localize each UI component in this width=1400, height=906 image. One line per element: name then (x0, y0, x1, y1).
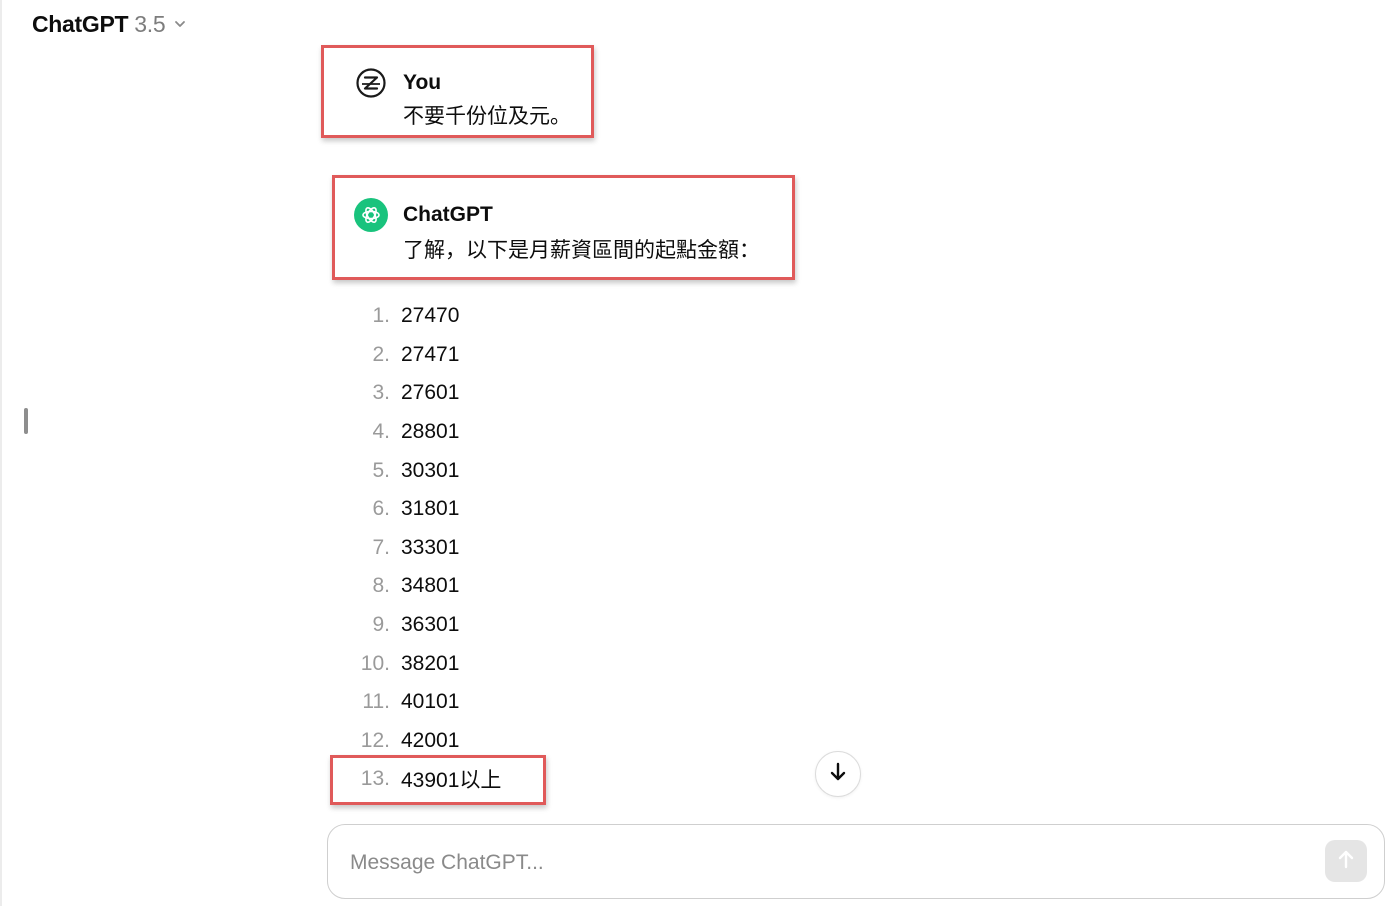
list-item-value: 43901以上 (401, 769, 502, 793)
list-item-number: 1. (372, 304, 390, 328)
chevron-down-icon (173, 17, 187, 31)
message-composer (327, 824, 1385, 899)
model-name: ChatGPT (32, 10, 129, 37)
list-item: 9. 36301 (340, 606, 501, 645)
list-item-value: 33301 (401, 535, 460, 559)
list-item-value: 28801 (401, 420, 460, 444)
scroll-to-bottom-button[interactable] (815, 751, 861, 797)
list-item-number: 7. (372, 535, 390, 559)
assistant-message-header: ChatGPT (354, 198, 493, 232)
openai-logo-icon (354, 198, 388, 232)
list-item: 12. 42001 (340, 722, 501, 761)
assistant-intro-text: 了解，以下是月薪資區間的起點金額： (403, 238, 760, 262)
list-item-number: 6. (372, 497, 390, 521)
list-item-value: 38201 (401, 651, 460, 675)
arrow-down-icon (827, 761, 849, 788)
list-item: 6. 31801 (340, 490, 501, 529)
user-message-header: You (354, 66, 441, 100)
list-item: 2. 27471 (340, 336, 501, 375)
list-item-number: 3. (372, 381, 390, 405)
chat-page: ChatGPT 3.5 You 不要千份位及元。 ChatGPT 了解，以下是月… (0, 0, 1400, 906)
list-item-value: 36301 (401, 613, 460, 637)
salary-start-list: 1. 27470 2. 27471 3. 27601 4. 28801 5. 30301 6. 318… (340, 297, 502, 799)
list-item: 4. 28801 (340, 413, 501, 452)
list-item-number: 11. (362, 690, 390, 714)
list-item: 7. 33301 (340, 529, 501, 568)
list-item-value: 42001 (401, 728, 460, 752)
list-item: 3. 27601 (340, 374, 501, 413)
list-item-value: 40101 (401, 690, 460, 714)
list-item-number: 8. (372, 574, 390, 598)
list-item-number: 2. (372, 342, 390, 366)
list-item-number: 9. (372, 613, 390, 637)
list-item-number: 10. (360, 651, 390, 675)
sidebar-toggle-handle[interactable] (24, 408, 28, 434)
list-item: 8. 34801 (340, 567, 501, 606)
list-item-value: 27601 (401, 381, 460, 405)
user-message-text: 不要千份位及元。 (403, 104, 571, 128)
list-item-number: 5. (372, 458, 390, 482)
send-button[interactable] (1325, 840, 1367, 882)
list-item-number: 13. (360, 767, 390, 791)
list-item-number: 12. (360, 728, 390, 752)
assistant-author-label: ChatGPT (403, 203, 493, 226)
message-input[interactable] (350, 843, 1310, 883)
sidebar-edge (0, 0, 2, 906)
list-item-value: 30301 (401, 458, 460, 482)
list-item: 13. 43901以上 (340, 760, 502, 799)
model-version: 3.5 (134, 10, 166, 37)
list-item: 5. 30301 (340, 451, 501, 490)
user-z-avatar-icon (354, 66, 388, 100)
list-item-value: 34801 (401, 574, 460, 598)
list-item: 10. 38201 (340, 644, 501, 683)
list-item-value: 31801 (401, 497, 460, 521)
list-item-number: 4. (372, 420, 390, 444)
list-item-value: 27470 (401, 304, 460, 328)
user-author-label: You (403, 71, 442, 94)
model-selector[interactable]: ChatGPT 3.5 (32, 8, 187, 40)
list-item-value: 27471 (401, 342, 460, 366)
list-item: 11. 40101 (340, 683, 501, 722)
arrow-up-icon (1335, 848, 1357, 875)
list-item: 1. 27470 (340, 297, 501, 336)
